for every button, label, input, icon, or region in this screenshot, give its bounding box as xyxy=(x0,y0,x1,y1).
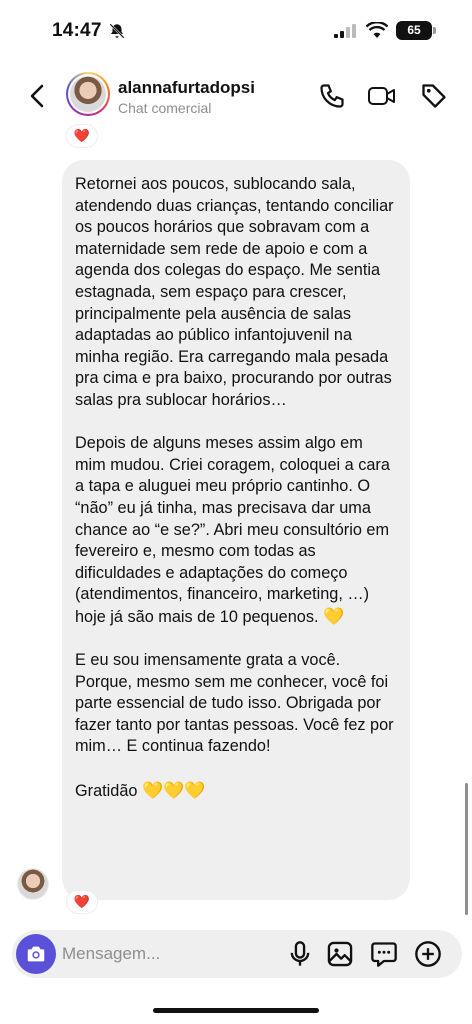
contact-subtitle: Chat comercial xyxy=(118,100,212,116)
message-composer xyxy=(12,930,462,978)
status-bar: 14:47 65 xyxy=(0,0,472,62)
signal-icon xyxy=(334,24,356,38)
contact-username[interactable]: alannafurtadopsi xyxy=(118,78,255,98)
scrollbar[interactable] xyxy=(465,783,468,915)
home-indicator[interactable] xyxy=(153,1008,319,1013)
wifi-icon xyxy=(366,22,388,38)
avatar-photo xyxy=(70,76,106,112)
video-camera-icon[interactable] xyxy=(368,82,396,110)
message-input[interactable] xyxy=(62,930,282,978)
reaction-heart[interactable]: ❤️ xyxy=(66,890,98,914)
phone-icon[interactable] xyxy=(318,82,346,110)
reaction-heart[interactable]: ❤️ xyxy=(66,124,98,148)
avatar[interactable] xyxy=(66,72,110,116)
camera-icon xyxy=(27,946,45,962)
chat-thread[interactable]: ❤️ Retornei aos poucos, sublocando sala,… xyxy=(0,124,472,928)
message-paragraph: Depois de alguns meses assim algo em mim… xyxy=(75,434,390,626)
heart-emoji: ❤️ xyxy=(73,128,91,143)
gallery-icon[interactable] xyxy=(326,940,354,968)
message-paragraph: E eu sou imensamente grata a você. Porqu… xyxy=(75,651,394,756)
chat-header: alannafurtadopsi Chat comercial xyxy=(0,62,472,128)
message-paragraph: Retornei aos poucos, sublocando sala, at… xyxy=(75,175,394,409)
yellow-heart-emoji: 💛 xyxy=(323,606,345,626)
sender-avatar[interactable] xyxy=(17,868,49,900)
yellow-hearts-emoji: 💛💛💛 xyxy=(141,780,206,800)
bell-off-icon xyxy=(109,23,125,39)
sticker-icon[interactable] xyxy=(370,940,398,968)
camera-button[interactable] xyxy=(16,934,56,974)
battery-icon: 65 xyxy=(396,21,436,40)
back-arrow-icon[interactable] xyxy=(26,82,50,110)
microphone-icon[interactable] xyxy=(286,940,314,968)
tag-icon[interactable] xyxy=(420,82,448,110)
message-paragraph: Gratidão 💛💛💛 xyxy=(75,780,206,800)
heart-emoji: ❤️ xyxy=(73,894,91,909)
plus-icon[interactable] xyxy=(414,940,442,968)
message-bubble[interactable]: Retornei aos poucos, sublocando sala, at… xyxy=(62,160,410,900)
status-time: 14:47 xyxy=(52,20,102,41)
